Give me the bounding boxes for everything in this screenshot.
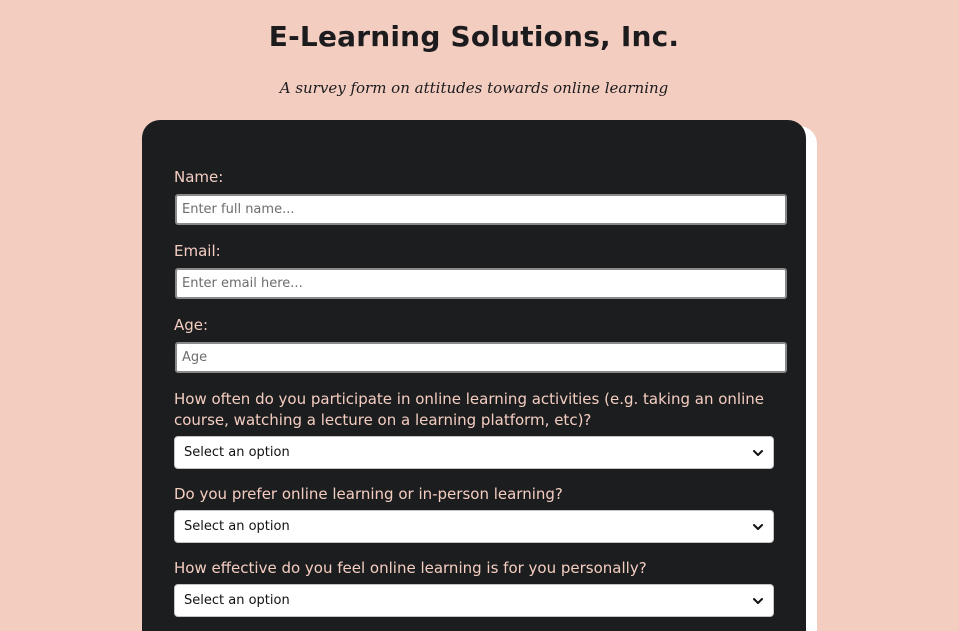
chevron-down-icon bbox=[753, 597, 763, 604]
effectiveness-label: How effective do you feel online learnin… bbox=[174, 559, 647, 577]
participation-frequency-selected: Select an option bbox=[184, 445, 290, 460]
learning-preference-select[interactable]: Select an option bbox=[174, 510, 774, 543]
email-label: Email: bbox=[174, 242, 221, 260]
name-input[interactable] bbox=[175, 194, 787, 225]
effectiveness-selected: Select an option bbox=[184, 593, 290, 608]
learning-preference-label: Do you prefer online learning or in-pers… bbox=[174, 485, 563, 503]
age-label: Age: bbox=[174, 316, 209, 334]
page-subtitle: A survey form on attitudes towards onlin… bbox=[279, 79, 669, 97]
effectiveness-select[interactable]: Select an option bbox=[174, 584, 774, 617]
page-title: E-Learning Solutions, Inc. bbox=[268, 20, 680, 53]
name-label: Name: bbox=[174, 168, 224, 186]
chevron-down-icon bbox=[753, 523, 763, 530]
participation-frequency-select[interactable]: Select an option bbox=[174, 436, 774, 469]
age-input[interactable] bbox=[175, 342, 787, 373]
learning-preference-selected: Select an option bbox=[184, 519, 290, 534]
email-input[interactable] bbox=[175, 268, 787, 299]
chevron-down-icon bbox=[753, 449, 763, 456]
participation-frequency-label: How often do you participate in online l… bbox=[174, 390, 764, 429]
survey-page: E-Learning Solutions, Inc. A survey form… bbox=[0, 0, 959, 631]
